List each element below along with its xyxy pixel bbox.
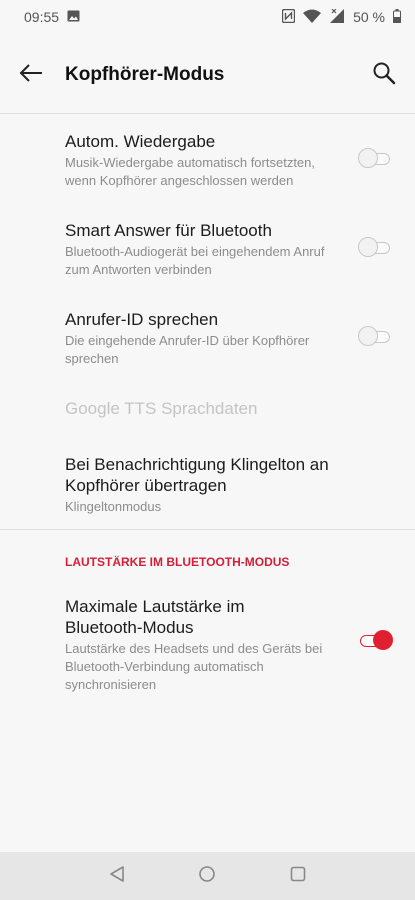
setting-google-tts: Google TTS Sprachdaten	[0, 398, 415, 419]
nfc-icon	[281, 8, 296, 26]
setting-ringtone-headphones[interactable]: Bei Benachrichtigung Klingelton an Kopfh…	[0, 454, 415, 516]
navigation-bar	[0, 852, 415, 900]
setting-title: Autom. Wiedergabe	[65, 132, 216, 151]
setting-title: Google TTS Sprachdaten	[65, 399, 258, 418]
setting-summary: Die eingehende Anrufer-ID über Kopfhörer…	[65, 333, 310, 366]
status-time: 09:55	[24, 9, 60, 25]
battery-icon	[393, 8, 401, 26]
setting-max-volume-bluetooth[interactable]: Maximale Lautstärke im Bluetooth-Modus L…	[0, 596, 415, 694]
section-divider	[0, 529, 415, 530]
app-bar: Kopfhörer-Modus	[0, 34, 415, 114]
wifi-icon	[303, 9, 322, 26]
setting-title: Maximale Lautstärke im Bluetooth-Modus	[65, 597, 245, 637]
back-arrow-icon	[19, 63, 43, 88]
setting-autoplay[interactable]: Autom. Wiedergabe Musik-Wiedergabe autom…	[0, 131, 415, 190]
image-icon	[67, 9, 80, 25]
toggle-thumb	[358, 148, 378, 168]
setting-title: Smart Answer für Bluetooth	[65, 221, 272, 240]
setting-summary: Musik-Wiedergabe automatisch fortsetzten…	[65, 155, 315, 188]
nav-back-icon	[109, 865, 125, 887]
search-icon	[372, 61, 396, 90]
setting-summary: Bluetooth-Audiogerät bei eingehendem Anr…	[65, 244, 325, 277]
page-title: Kopfhörer-Modus	[65, 64, 225, 85]
setting-smart-answer[interactable]: Smart Answer für Bluetooth Bluetooth-Aud…	[0, 220, 415, 279]
autoplay-toggle[interactable]	[358, 146, 392, 170]
back-button[interactable]	[16, 60, 46, 90]
nav-home-icon	[198, 865, 216, 888]
nav-back-button[interactable]	[107, 865, 127, 887]
max-volume-toggle[interactable]	[358, 628, 393, 652]
setting-summary: Lautstärke des Headsets und des Geräts b…	[65, 641, 323, 692]
nav-recents-icon	[290, 866, 306, 887]
nav-home-button[interactable]	[197, 865, 217, 888]
caller-id-toggle[interactable]	[358, 324, 392, 348]
setting-title: Anrufer-ID sprechen	[65, 310, 219, 329]
setting-summary: Klingeltonmodus	[65, 499, 162, 514]
signal-icon	[329, 8, 345, 26]
status-bar: 09:55 50 %	[0, 0, 415, 34]
smart-answer-toggle[interactable]	[358, 235, 392, 259]
toggle-thumb	[358, 237, 378, 257]
battery-text: 50 %	[353, 9, 385, 25]
setting-title: Bei Benachrichtigung Klingelton an Kopfh…	[65, 455, 329, 495]
section-header-bluetooth: LAUTSTÄRKE IM BLUETOOTH-MODUS	[65, 555, 290, 569]
nav-recents-button[interactable]	[288, 866, 308, 886]
search-button[interactable]	[369, 60, 399, 90]
toggle-thumb	[373, 630, 393, 650]
setting-caller-id[interactable]: Anrufer-ID sprechen Die eingehende Anruf…	[0, 309, 415, 368]
toggle-thumb	[358, 326, 378, 346]
